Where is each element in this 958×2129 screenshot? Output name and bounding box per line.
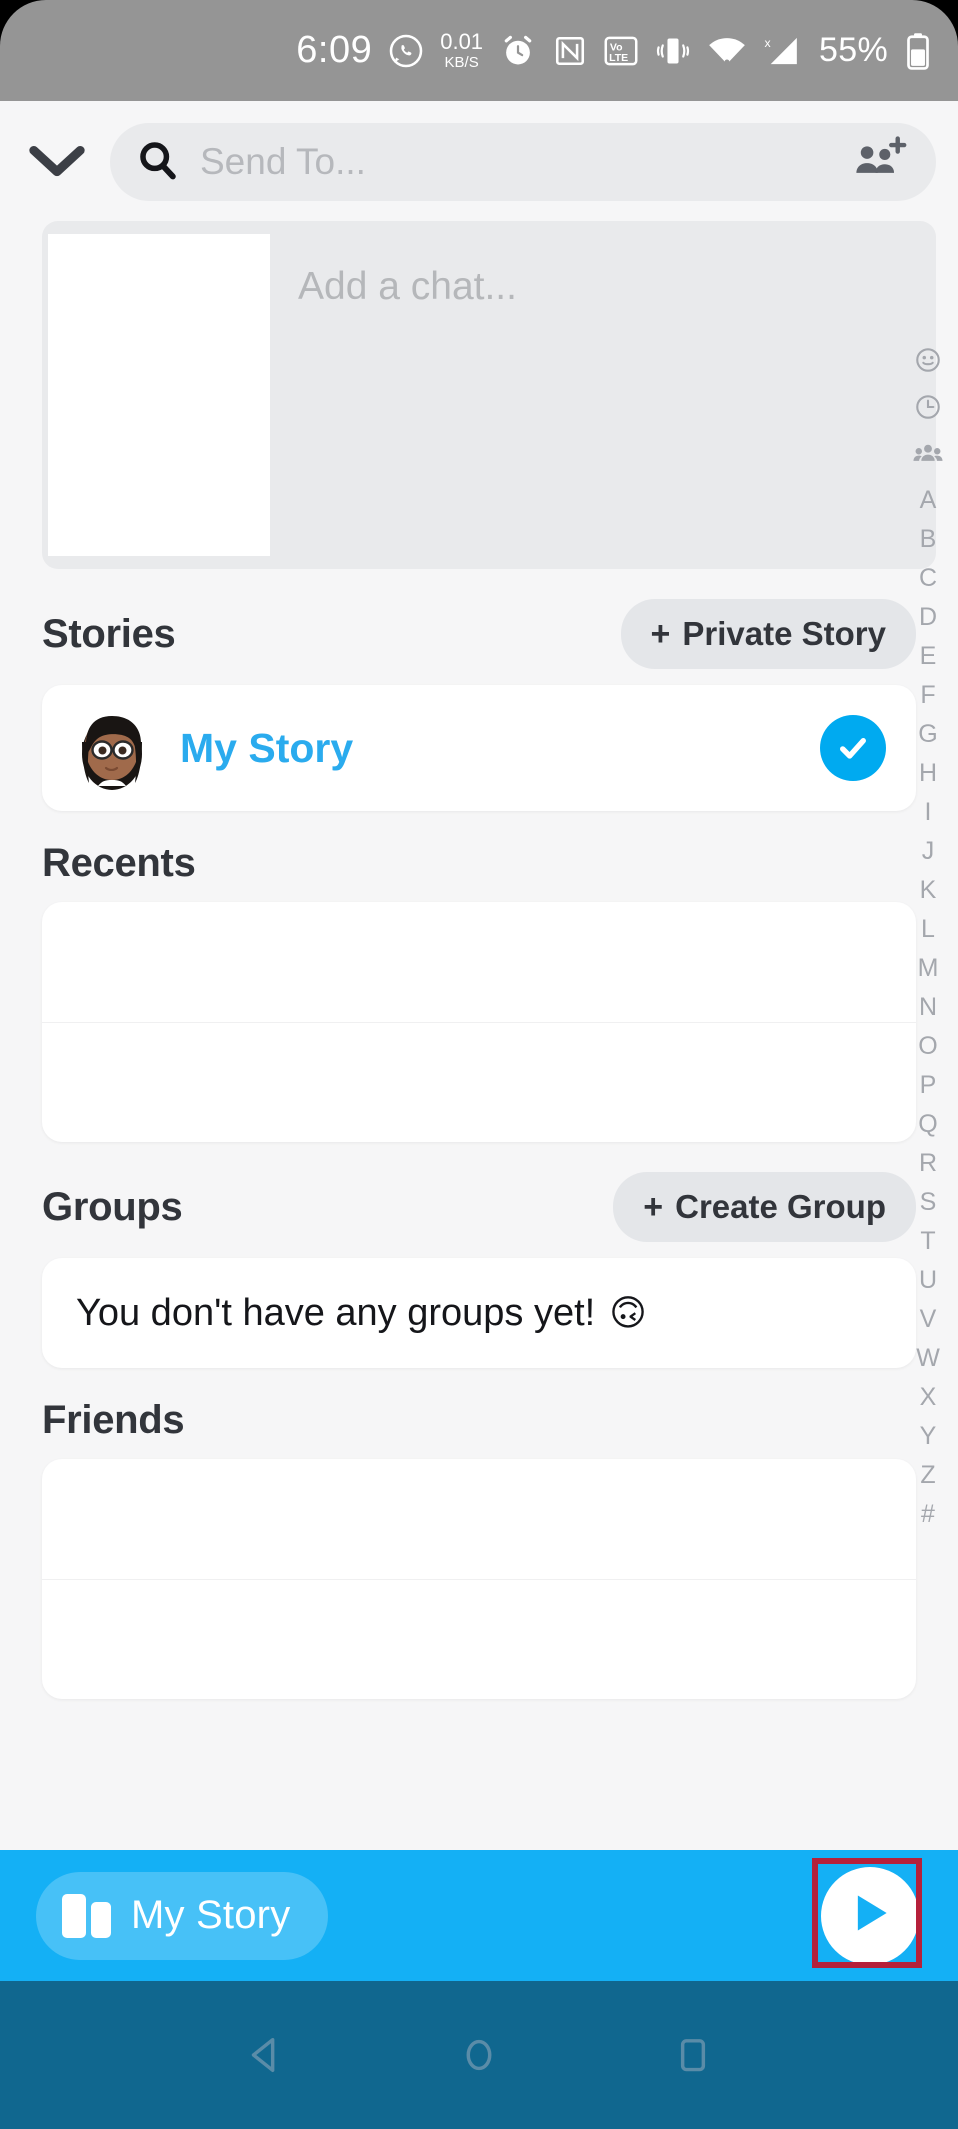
back-icon[interactable]	[242, 2032, 288, 2078]
alphabet-index-rail[interactable]: A B C D E F G H I J K L M N O P Q R S T U V W X Y Z #	[898, 341, 958, 1533]
net-speed-unit: KB/S	[444, 54, 479, 71]
upside-down-face-icon: 🙃	[609, 1292, 647, 1333]
signal-no-service-icon: x	[763, 34, 803, 68]
friends-title: Friends	[42, 1398, 185, 1442]
groups-section-header: Groups + Create Group	[0, 1142, 958, 1258]
search-row: Send To...	[0, 101, 958, 217]
bitmoji-avatar	[66, 702, 158, 794]
index-letter[interactable]: W	[898, 1340, 958, 1377]
index-letter[interactable]: I	[898, 794, 958, 831]
phone-screen: 6:09 0.01 KB/S Vo LTE x 55% Send To... A…	[0, 0, 958, 2129]
create-group-label: Create Group	[675, 1188, 886, 1225]
smiley-icon[interactable]	[898, 341, 958, 378]
recents-title: Recents	[42, 841, 196, 885]
index-letter[interactable]: X	[898, 1379, 958, 1416]
index-letter[interactable]: S	[898, 1184, 958, 1221]
stories-card: My Story	[42, 685, 916, 811]
index-letter[interactable]: C	[898, 560, 958, 597]
send-button-wrapper[interactable]	[812, 1857, 922, 1968]
send-button[interactable]	[821, 1866, 919, 1965]
groups-empty-card: You don't have any groups yet! 🙃	[42, 1258, 916, 1368]
story-row-my-story[interactable]: My Story	[42, 685, 916, 811]
index-letter[interactable]: N	[898, 989, 958, 1026]
index-letter[interactable]: G	[898, 716, 958, 753]
index-letter[interactable]: A	[898, 482, 958, 519]
friends-section-header: Friends	[0, 1368, 958, 1459]
chat-preview-card[interactable]: Add a chat...	[42, 221, 936, 569]
clock-icon[interactable]	[898, 388, 958, 425]
battery-icon	[904, 32, 932, 70]
my-story-chip-label: My Story	[131, 1893, 291, 1937]
svg-text:x: x	[765, 36, 772, 50]
svg-text:LTE: LTE	[609, 51, 628, 63]
index-letter[interactable]: Y	[898, 1418, 958, 1455]
index-letter[interactable]: T	[898, 1223, 958, 1260]
net-speed-indicator: 0.01 KB/S	[440, 29, 484, 71]
index-letter[interactable]: P	[898, 1067, 958, 1104]
groups-empty-text: You don't have any groups yet!	[76, 1291, 596, 1334]
add-chat-placeholder[interactable]: Add a chat...	[270, 221, 936, 569]
battery-percent: 55%	[819, 31, 888, 69]
recents-section-header: Recents	[0, 811, 958, 902]
chevron-down-icon[interactable]	[22, 127, 92, 197]
index-letter[interactable]: Z	[898, 1457, 958, 1494]
my-story-chip[interactable]: My Story	[36, 1871, 329, 1960]
recents-icon[interactable]	[670, 2032, 716, 2078]
search-icon	[136, 138, 180, 187]
create-group-button[interactable]: + Create Group	[613, 1172, 916, 1242]
status-bar: 6:09 0.01 KB/S Vo LTE x 55%	[0, 0, 958, 101]
vibrate-icon	[655, 34, 691, 68]
index-letter[interactable]: R	[898, 1145, 958, 1182]
stories-title: Stories	[42, 611, 176, 656]
plus-icon: +	[643, 1188, 664, 1226]
index-letter[interactable]: H	[898, 755, 958, 792]
story-cards-icon	[62, 1893, 111, 1938]
wifi-icon	[707, 34, 747, 68]
net-speed-value: 0.01	[440, 29, 484, 54]
story-name: My Story	[180, 724, 354, 771]
index-letter[interactable]: F	[898, 677, 958, 714]
index-letter[interactable]: M	[898, 950, 958, 987]
snap-thumbnail	[48, 234, 270, 556]
alarm-clock-icon	[499, 32, 537, 70]
group-icon[interactable]	[898, 435, 958, 472]
index-letter[interactable]: K	[898, 872, 958, 909]
plus-icon: +	[650, 615, 671, 653]
index-letter[interactable]: J	[898, 833, 958, 870]
index-letter[interactable]: B	[898, 521, 958, 558]
add-friends-icon[interactable]	[852, 135, 908, 189]
search-input[interactable]: Send To...	[110, 123, 936, 201]
action-bar: My Story	[0, 1850, 958, 1981]
stories-section-header: Stories + Private Story	[0, 569, 958, 685]
nfc-icon	[553, 34, 587, 68]
index-letter[interactable]: O	[898, 1028, 958, 1065]
home-icon[interactable]	[456, 2032, 502, 2078]
index-letter[interactable]: E	[898, 638, 958, 675]
index-letter[interactable]: D	[898, 599, 958, 636]
private-story-label: Private Story	[682, 615, 886, 652]
private-story-button[interactable]: + Private Story	[620, 599, 916, 669]
recents-card[interactable]	[42, 902, 916, 1142]
check-icon[interactable]	[820, 715, 886, 781]
index-letter[interactable]: U	[898, 1262, 958, 1299]
send-to-screen: Send To... Add a chat... Stories + Priva…	[0, 101, 958, 1850]
search-placeholder: Send To...	[200, 141, 366, 182]
volte-icon: Vo LTE	[603, 34, 639, 68]
android-nav-bar	[0, 1981, 958, 2129]
index-letter[interactable]: #	[898, 1496, 958, 1533]
groups-title: Groups	[42, 1184, 183, 1229]
send-arrow-icon	[843, 1886, 897, 1945]
whatsapp-icon	[388, 33, 424, 69]
index-letter[interactable]: V	[898, 1301, 958, 1338]
status-time: 6:09	[296, 29, 373, 71]
friends-card[interactable]	[42, 1459, 916, 1699]
index-letter[interactable]: Q	[898, 1106, 958, 1143]
index-letter[interactable]: L	[898, 911, 958, 948]
